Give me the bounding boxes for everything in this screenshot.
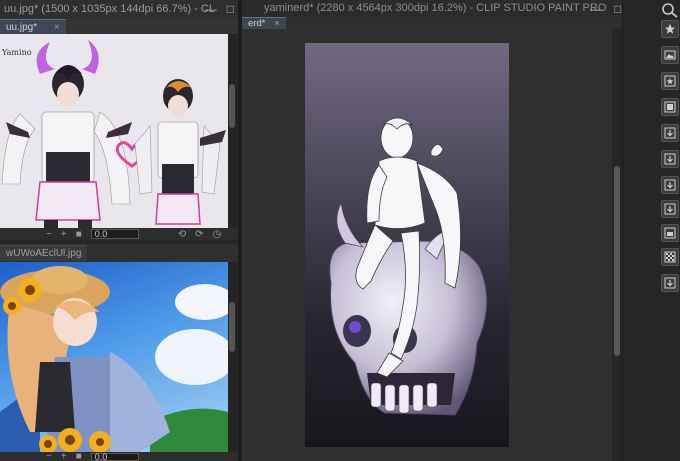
rotate-left-icon[interactable]: ⟲: [178, 229, 186, 240]
download-icon: [664, 277, 676, 289]
artwork: [329, 117, 488, 416]
main-scrollbar-thumb[interactable]: [614, 166, 620, 356]
star-frame-icon: [664, 75, 676, 87]
sub-view-2-tab-label: wUWoAEclUl.jpg: [6, 248, 82, 259]
zoom-out-icon[interactable]: −: [46, 451, 52, 461]
pattern-button[interactable]: [661, 248, 679, 266]
command-bar: [622, 0, 680, 461]
frame-icon: [664, 101, 676, 113]
sub-view-1-titlebar[interactable]: uu.jpg* (1500 x 1035px 144dpi 66.7%) - C…: [0, 0, 238, 18]
zoom-out-icon[interactable]: −: [46, 229, 52, 240]
tab-close-icon[interactable]: ×: [274, 18, 280, 29]
download-button-4[interactable]: [661, 200, 679, 218]
download-icon: [664, 203, 676, 215]
zoom-in-icon[interactable]: +: [61, 451, 67, 461]
minimize-icon[interactable]: —: [205, 2, 217, 16]
reset-view-icon[interactable]: ◷: [213, 229, 222, 240]
sub-view-1-zoom-field[interactable]: 0.0: [90, 229, 139, 239]
frame-button[interactable]: [661, 98, 679, 116]
character-sheet-image: Yamino: [1, 40, 226, 228]
download-icon: [664, 127, 676, 139]
main-window-buttons: — □: [590, 0, 621, 17]
search-icon[interactable]: [661, 2, 679, 18]
star-frame-button[interactable]: [661, 72, 679, 90]
image-material-button[interactable]: [661, 46, 679, 64]
main-canvas-tab[interactable]: erd* ×: [242, 17, 286, 29]
reference-image-1[interactable]: Yamino: [0, 34, 228, 228]
sub-view-1-scrollbar[interactable]: [228, 34, 236, 228]
stop-icon[interactable]: ■: [76, 229, 82, 240]
sub-view-1-controls: − + ■ 0.0 ⟲ ⟳ ◷: [0, 228, 238, 240]
download-button-1[interactable]: [661, 124, 679, 142]
rotate-right-icon[interactable]: ⟳: [195, 229, 203, 240]
main-canvas-tab-label: erd*: [248, 18, 266, 29]
sub-view-1-title: uu.jpg* (1500 x 1035px 144dpi 66.7%) - C…: [4, 3, 215, 15]
tab-close-icon[interactable]: ×: [54, 22, 60, 33]
zoom-in-icon[interactable]: +: [61, 229, 67, 240]
download-icon: [664, 179, 676, 191]
sub-view-1-tabrow: uu.jpg* ×: [0, 18, 238, 34]
download-icon: [664, 153, 676, 165]
sunflower-girl-image: [0, 266, 228, 452]
sub-view-2-controls: − + ■ 0.0: [0, 451, 238, 461]
star-material-button[interactable]: [661, 20, 679, 38]
star-icon: [665, 24, 675, 34]
download-button-3[interactable]: [661, 176, 679, 194]
checker-icon: [664, 251, 676, 263]
main-window-title: yaminerd* (2280 x 4564px 300dpi 16.2%) -…: [264, 2, 607, 14]
layer-icon: [664, 227, 676, 239]
sub-view-2-tab[interactable]: wUWoAEclUl.jpg: [0, 245, 88, 261]
stop-icon[interactable]: ■: [76, 451, 82, 461]
sub-view-1-tab-label: uu.jpg*: [6, 22, 38, 33]
canvas-paper[interactable]: [305, 43, 509, 447]
sub-view-1-tab[interactable]: uu.jpg* ×: [0, 19, 66, 34]
layer-button[interactable]: [661, 224, 679, 242]
maximize-icon[interactable]: □: [614, 2, 621, 16]
sub-view-2-tabrow: wUWoAEclUl.jpg: [0, 244, 238, 262]
download-button-5[interactable]: [661, 274, 679, 292]
reference-image-2[interactable]: [0, 262, 228, 452]
minimize-icon[interactable]: —: [590, 2, 602, 16]
sub-view-2-scrollbar[interactable]: [228, 262, 236, 452]
sub-view-2-zoom-field[interactable]: 0.0: [90, 452, 139, 461]
sketch-label: Yamino: [1, 48, 32, 57]
download-button-2[interactable]: [661, 150, 679, 168]
main-canvas-scrollbar[interactable]: [612, 29, 622, 461]
sub-view-panel: uu.jpg* (1500 x 1035px 144dpi 66.7%) - C…: [0, 0, 238, 461]
main-tabrow: erd* ×: [242, 17, 652, 29]
image-icon: [664, 50, 676, 60]
maximize-icon[interactable]: □: [227, 2, 234, 16]
